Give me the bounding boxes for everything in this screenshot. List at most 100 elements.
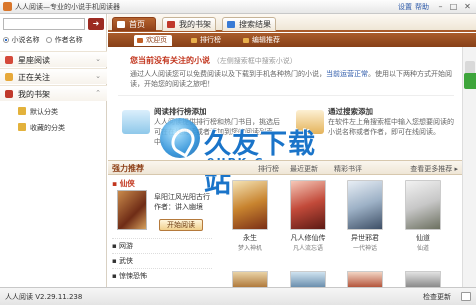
maximize-icon[interactable]: □ <box>447 1 460 12</box>
arrow-right-icon: ➜ <box>92 19 100 28</box>
search-button[interactable]: ➜ <box>88 18 104 30</box>
welcome-heading-sub: （左侧搜索框中搜索小说） <box>212 57 297 65</box>
tab-label: 我的书架 <box>179 20 211 29</box>
help-link[interactable]: 帮助 <box>415 2 429 12</box>
subtab-rankings[interactable]: 排行榜 <box>188 35 228 46</box>
sidebar-subitem-favorites[interactable]: 收藏的分类 <box>0 120 107 134</box>
welcome-heading-text: 您当前没有关注的小说 <box>130 56 210 65</box>
edit-icon <box>243 38 249 43</box>
search-icon <box>227 21 235 28</box>
version-text: 人人阅读 V2.29.11.238 <box>5 293 83 301</box>
close-icon[interactable]: ✕ <box>461 1 474 12</box>
sidebar-item-label: 正在关注 <box>18 73 50 82</box>
book-author: 凡人流忘语 <box>292 245 323 252</box>
search-row: ➜ <box>3 18 104 31</box>
radio-novel-name[interactable] <box>3 37 9 43</box>
feature-text: 在软件左上角搜索框中输入您想要阅读的小说名称或者作者，即可在线阅读。 <box>328 118 454 136</box>
window-title: 人人阅读—专业的小说手机阅读器 <box>15 3 120 11</box>
star-icon <box>5 73 13 81</box>
tab-label: 搜索结果 <box>239 20 271 29</box>
book-author: 梦入神机 <box>237 245 262 252</box>
book-cover[interactable] <box>232 271 268 287</box>
sidebar-item-star-reading[interactable]: 星座阅读 ⌄ <box>0 51 107 67</box>
book-cover[interactable] <box>347 180 383 230</box>
chart-icon <box>191 38 197 43</box>
subtab-editor-picks[interactable]: 编辑推荐 <box>240 35 286 46</box>
chevron-up-icon: ⌃ <box>95 89 101 97</box>
book-cover[interactable] <box>405 271 441 287</box>
recommend-tab-reviews[interactable]: 精彩书评 <box>334 164 362 174</box>
book-cover[interactable] <box>232 180 268 230</box>
page-icon <box>137 38 143 43</box>
sidebar-subitem-default[interactable]: 默认分类 <box>0 104 107 118</box>
feature-title: 通过搜索添加 <box>328 107 373 116</box>
sidebar-item-label: 星座阅读 <box>18 56 50 65</box>
book-cover[interactable] <box>290 180 326 230</box>
tab-label: 首页 <box>129 20 145 29</box>
recommend-tab-updates[interactable]: 最近更新 <box>290 164 318 174</box>
sidebar-subitem-label: 收藏的分类 <box>30 124 65 132</box>
book-cover[interactable] <box>347 271 383 287</box>
recommend-more-link[interactable]: 查看更多推荐 ▸ <box>410 164 458 174</box>
sidebar-subitem-label: 默认分类 <box>30 108 58 116</box>
main-tabs: 首页 我的书架 搜索结果 <box>108 14 476 32</box>
intro-link[interactable]: 当前运营正常 <box>326 70 368 78</box>
app-logo-icon <box>3 2 12 11</box>
book-title: 凡人修仙传 <box>290 234 326 242</box>
book-card[interactable]: 凡人修仙传 凡人流忘语 <box>290 180 326 252</box>
category-list: ▪ 仙侠 阜阳江风光阳古行 作者：讲入幽境 开始阅读 ▪ 网游 ▪ 武侠 ▪ 惊… <box>112 178 216 288</box>
side-feedback-tab[interactable] <box>464 73 476 89</box>
subtab-label: 编辑推荐 <box>252 36 280 44</box>
featured-book-cover[interactable] <box>117 190 147 230</box>
start-reading-button[interactable]: 开始阅读 <box>159 219 203 231</box>
book-icon <box>5 56 13 64</box>
book-title: 仙道 <box>416 234 430 242</box>
recommend-title: 强力推荐 <box>112 164 144 173</box>
category-item[interactable]: ▪ 惊悚恐怖 <box>112 268 212 282</box>
tab-home[interactable]: 首页 <box>112 17 156 31</box>
book-title: 永生 <box>243 234 257 242</box>
book-card[interactable]: 永生 梦入神机 <box>232 180 268 252</box>
home-icon <box>117 21 125 28</box>
settings-link[interactable]: 设置 <box>398 2 412 12</box>
category-main[interactable]: ▪ 仙侠 <box>112 178 135 189</box>
search-input[interactable] <box>3 18 85 30</box>
book-card[interactable]: 仙道 仙道 <box>405 180 441 252</box>
chevron-down-icon: ⌄ <box>95 72 101 80</box>
subtab-label: 欢迎页 <box>146 36 167 44</box>
watermark-logo-icon <box>160 118 200 158</box>
check-update-link[interactable]: 检查更新 <box>423 292 451 302</box>
category-item[interactable]: ▪ 武侠 <box>112 253 212 267</box>
left-panel: ➜ 小说名称 作者名称 星座阅读 ⌄ 正在关注 ⌄ 我的书架 ⌃ 默认分类 收藏… <box>0 14 107 287</box>
category-item[interactable]: ▪ 网游 <box>112 238 212 252</box>
chevron-down-icon: ⌄ <box>95 55 101 63</box>
status-bar: 人人阅读 V2.29.11.238 检查更新 <box>0 287 476 305</box>
featured-book-title: 阜阳江风光阳古行 <box>154 193 210 201</box>
radio-author-name-label: 作者名称 <box>54 36 83 44</box>
sidebar-item-bookshelf[interactable]: 我的书架 ⌃ <box>0 85 107 101</box>
recommend-tab-rankings[interactable]: 排行榜 <box>258 164 279 174</box>
book-title: 异世邪君 <box>351 234 379 242</box>
window-icon[interactable] <box>461 292 471 301</box>
search-type-options: 小说名称 作者名称 <box>3 35 107 45</box>
shelf-icon <box>167 21 175 28</box>
rankings-illustration-icon <box>122 110 150 134</box>
book-cover[interactable] <box>405 180 441 230</box>
feature-title: 阅读排行榜添加 <box>154 107 207 116</box>
book-card[interactable]: 异世邪君 一代神话 <box>347 180 383 252</box>
sidebar-item-following[interactable]: 正在关注 ⌄ <box>0 68 107 84</box>
tab-search-results[interactable]: 搜索结果 <box>222 17 276 31</box>
radio-author-name[interactable] <box>46 37 53 43</box>
book-author: 一代神话 <box>352 245 377 252</box>
folder-icon <box>18 123 26 131</box>
minimize-icon[interactable]: – <box>434 1 447 12</box>
welcome-intro: 通过人人阅读您可以免费阅读以及下载到手机各种热门的小说，当前运营正常。使用以下两… <box>130 69 455 89</box>
book-cover[interactable] <box>290 271 326 287</box>
welcome-heading: 您当前没有关注的小说 （左侧搜索框中搜索小说） <box>130 55 297 66</box>
intro-text: 通过人人阅读您可以免费阅读以及下载到手机各种热门的小说， <box>130 70 326 78</box>
tab-bookshelf[interactable]: 我的书架 <box>162 17 216 31</box>
folder-icon <box>18 107 26 115</box>
subtab-welcome[interactable]: 欢迎页 <box>134 35 172 46</box>
sub-tabs: 欢迎页 排行榜 编辑推荐 <box>108 33 476 47</box>
book-author: 仙道 <box>416 245 429 252</box>
